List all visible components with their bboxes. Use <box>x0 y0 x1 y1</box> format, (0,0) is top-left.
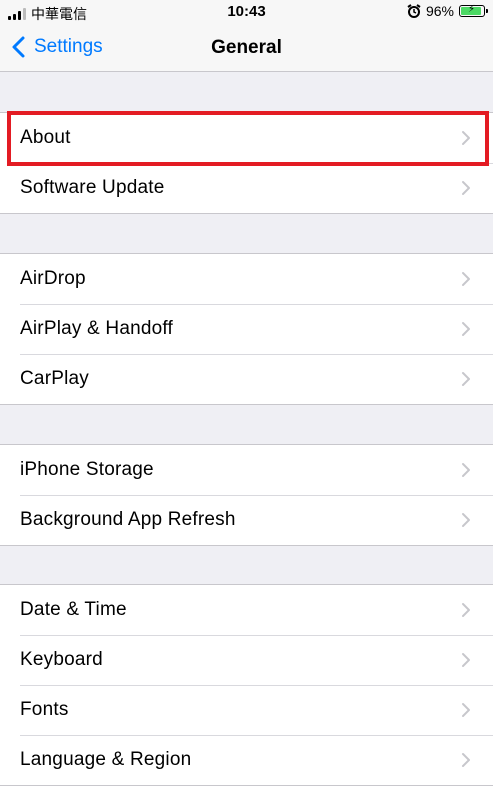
chevron-right-icon <box>462 463 470 477</box>
settings-row-fonts[interactable]: Fonts <box>0 685 493 735</box>
settings-row-background-app-refresh[interactable]: Background App Refresh <box>0 495 493 545</box>
row-label: AirDrop <box>20 268 86 289</box>
navigation-bar: Settings General <box>0 26 493 72</box>
chevron-right-icon <box>462 513 470 527</box>
chevron-right-icon <box>462 703 470 717</box>
row-label: iPhone Storage <box>20 459 154 480</box>
chevron-right-icon <box>462 372 470 386</box>
chevron-right-icon <box>462 603 470 617</box>
row-label: Date & Time <box>20 599 127 620</box>
chevron-right-icon <box>462 653 470 667</box>
settings-row-airdrop[interactable]: AirDrop <box>0 254 493 304</box>
settings-row-carplay[interactable]: CarPlay <box>0 354 493 404</box>
row-label: Fonts <box>20 699 69 720</box>
settings-row-keyboard[interactable]: Keyboard <box>0 635 493 685</box>
settings-section: Date & Time Keyboard Fonts Language & Regio… <box>0 584 493 786</box>
settings-section: About Software Update <box>0 112 493 214</box>
chevron-right-icon <box>462 322 470 336</box>
settings-row-date-time[interactable]: Date & Time <box>0 585 493 635</box>
chevron-right-icon <box>462 753 470 767</box>
row-label: Language & Region <box>20 749 192 770</box>
charging-bolt-icon: ⚡ <box>468 4 476 15</box>
status-right: 96% ⚡ <box>407 3 488 19</box>
settings-row-about[interactable]: About <box>0 113 493 163</box>
chevron-right-icon <box>462 272 470 286</box>
chevron-right-icon <box>462 181 470 195</box>
battery-percent: 96% <box>425 3 454 19</box>
row-label: AirPlay & Handoff <box>20 318 174 339</box>
settings-row-iphone-storage[interactable]: iPhone Storage <box>0 445 493 495</box>
chevron-right-icon <box>462 131 470 145</box>
status-bar: 中華電信 10:43 96% ⚡ <box>0 0 493 26</box>
settings-section: iPhone Storage Background App Refresh <box>0 444 493 546</box>
row-label: CarPlay <box>20 368 89 389</box>
alarm-icon <box>407 4 421 18</box>
battery-icon: ⚡ <box>459 4 488 17</box>
row-label: Software Update <box>20 177 165 198</box>
row-label: Background App Refresh <box>20 509 236 530</box>
settings-section: AirDrop AirPlay & Handoff CarPlay <box>0 253 493 405</box>
row-label: About <box>20 127 71 148</box>
settings-row-software-update[interactable]: Software Update <box>0 163 493 213</box>
battery-cap <box>486 9 488 13</box>
row-label: Keyboard <box>20 649 103 670</box>
page-title: General <box>211 37 282 58</box>
settings-row-language-region[interactable]: Language & Region <box>0 735 493 785</box>
settings-row-airplay-handoff[interactable]: AirPlay & Handoff <box>0 304 493 354</box>
